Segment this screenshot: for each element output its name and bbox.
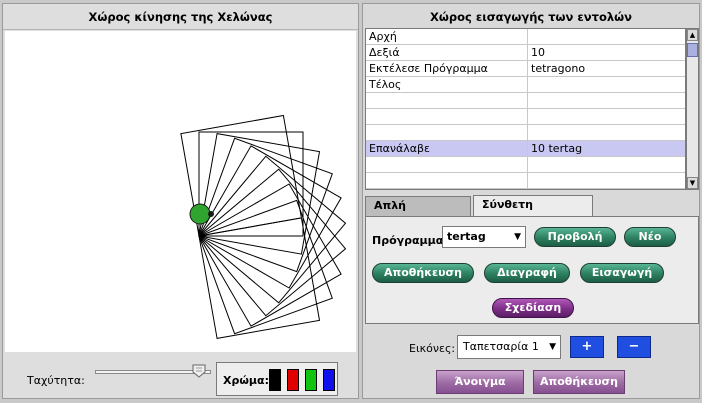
- tab-composite-drawing[interactable]: Σύνθετη Σχεδίαση: [473, 195, 593, 229]
- color-swatch-green[interactable]: [305, 369, 317, 391]
- command-cell[interactable]: Εκτέλεσε Πρόγραμμα: [366, 61, 528, 77]
- drawn-square: [198, 137, 333, 273]
- command-panel-title: Χώρος εισαγωγής των εντολών: [430, 10, 632, 24]
- drawn-square: [198, 145, 342, 289]
- chevron-down-icon: ▼: [514, 232, 521, 242]
- composite-drawing-panel: Πρόγραμμα: tertag ▼ Προβολή Νέο Αποθήκευ…: [365, 216, 699, 324]
- speed-slider-thumb[interactable]: [192, 364, 206, 378]
- table-row[interactable]: Επανάλαβε 10 tertag: [366, 141, 685, 157]
- table-row[interactable]: [366, 173, 685, 189]
- argument-cell[interactable]: [528, 173, 685, 189]
- table-row[interactable]: Τέλος: [366, 77, 685, 93]
- table-row[interactable]: [366, 157, 685, 173]
- view-button[interactable]: Προβολή: [534, 227, 616, 247]
- drawn-square: [198, 155, 347, 304]
- save-program-button[interactable]: Αποθήκευση: [372, 263, 474, 283]
- color-label: Χρώμα:: [223, 374, 269, 387]
- images-select[interactable]: Ταπετσαρία 1 ▼: [457, 335, 561, 359]
- command-cell[interactable]: Αρχή: [366, 29, 528, 45]
- argument-cell[interactable]: [528, 157, 685, 173]
- drawing-tabs: Απλή Σχεδίαση Σύνθετη Σχεδίαση: [363, 195, 699, 230]
- scroll-down-icon[interactable]: ▼: [687, 177, 698, 189]
- command-cell[interactable]: [366, 109, 528, 125]
- command-cell[interactable]: [366, 157, 528, 173]
- color-picker: Χρώμα:: [216, 362, 338, 396]
- tab-simple-drawing[interactable]: Απλή Σχεδίαση: [365, 196, 471, 230]
- table-row[interactable]: Αρχή: [366, 29, 685, 45]
- turtle-drawing: [180, 114, 347, 339]
- command-table[interactable]: Αρχή Δεξιά 10 Εκτέλεσε Πρόγραμμα tetragono…: [365, 28, 686, 190]
- open-button[interactable]: Άνοιγμα: [436, 370, 524, 394]
- command-cell[interactable]: [366, 173, 528, 189]
- argument-cell[interactable]: 10: [528, 45, 685, 61]
- add-image-button[interactable]: +: [570, 336, 604, 358]
- insert-button[interactable]: Εισαγωγή: [580, 263, 664, 283]
- turtle-icon: [189, 203, 214, 225]
- program-select[interactable]: tertag ▼: [442, 226, 526, 248]
- drawing-canvas[interactable]: [5, 31, 356, 352]
- table-scrollbar[interactable]: ▲ ▼: [686, 28, 699, 190]
- program-label: Πρόγραμμα:: [372, 234, 448, 247]
- drawn-square: [198, 183, 342, 327]
- scroll-up-icon[interactable]: ▲: [687, 29, 698, 41]
- color-swatch-blue[interactable]: [323, 369, 335, 391]
- table-row[interactable]: [366, 93, 685, 109]
- scroll-thumb[interactable]: [687, 43, 698, 57]
- turtle-panel-title: Χώρος κίνησης της Χελώνας: [3, 4, 358, 30]
- command-cell[interactable]: [366, 125, 528, 141]
- command-cell[interactable]: Τέλος: [366, 77, 528, 93]
- argument-cell[interactable]: tetragono: [528, 61, 685, 77]
- turtle-controls: Ταχύτητα: Χρώμα:: [3, 356, 358, 398]
- speed-label: Ταχύτητα:: [27, 374, 85, 387]
- argument-cell[interactable]: 10 tertag: [528, 141, 685, 157]
- turtle-app: Χώρος κίνησης της Χελώνας Ταχύτητα: Χρώμ…: [0, 0, 702, 403]
- delete-button[interactable]: Διαγραφή: [484, 263, 570, 283]
- color-swatch-red[interactable]: [287, 369, 299, 391]
- command-cell[interactable]: Δεξιά: [366, 45, 528, 61]
- table-row[interactable]: [366, 109, 685, 125]
- new-button[interactable]: Νέο: [624, 227, 676, 247]
- argument-cell[interactable]: [528, 29, 685, 45]
- draw-button[interactable]: Σχεδίαση: [492, 298, 574, 318]
- argument-cell[interactable]: [528, 109, 685, 125]
- argument-cell[interactable]: [528, 125, 685, 141]
- table-row[interactable]: [366, 125, 685, 141]
- table-row[interactable]: Εκτέλεσε Πρόγραμμα tetragono: [366, 61, 685, 77]
- argument-cell[interactable]: [528, 93, 685, 109]
- save-button[interactable]: Αποθήκευση: [533, 370, 625, 394]
- command-panel: Χώρος εισαγωγής των εντολών Αρχή Δεξιά 10…: [362, 3, 700, 399]
- table-row[interactable]: Δεξιά 10: [366, 45, 685, 61]
- images-select-value: Ταπετσαρία 1: [463, 340, 539, 353]
- drawn-square: [198, 168, 347, 317]
- color-swatch-black[interactable]: [269, 369, 281, 391]
- program-select-value: tertag: [447, 230, 486, 243]
- turtle-panel: Χώρος κίνησης της Χελώνας Ταχύτητα: Χρώμ…: [2, 3, 359, 399]
- remove-image-button[interactable]: −: [617, 336, 651, 358]
- drawn-square: [198, 199, 333, 335]
- square-pattern: [180, 114, 347, 339]
- images-label: Εικόνες:: [409, 342, 456, 355]
- command-cell[interactable]: [366, 93, 528, 109]
- chevron-down-icon: ▼: [549, 342, 556, 352]
- argument-cell[interactable]: [528, 77, 685, 93]
- command-cell[interactable]: Επανάλαβε: [366, 141, 528, 157]
